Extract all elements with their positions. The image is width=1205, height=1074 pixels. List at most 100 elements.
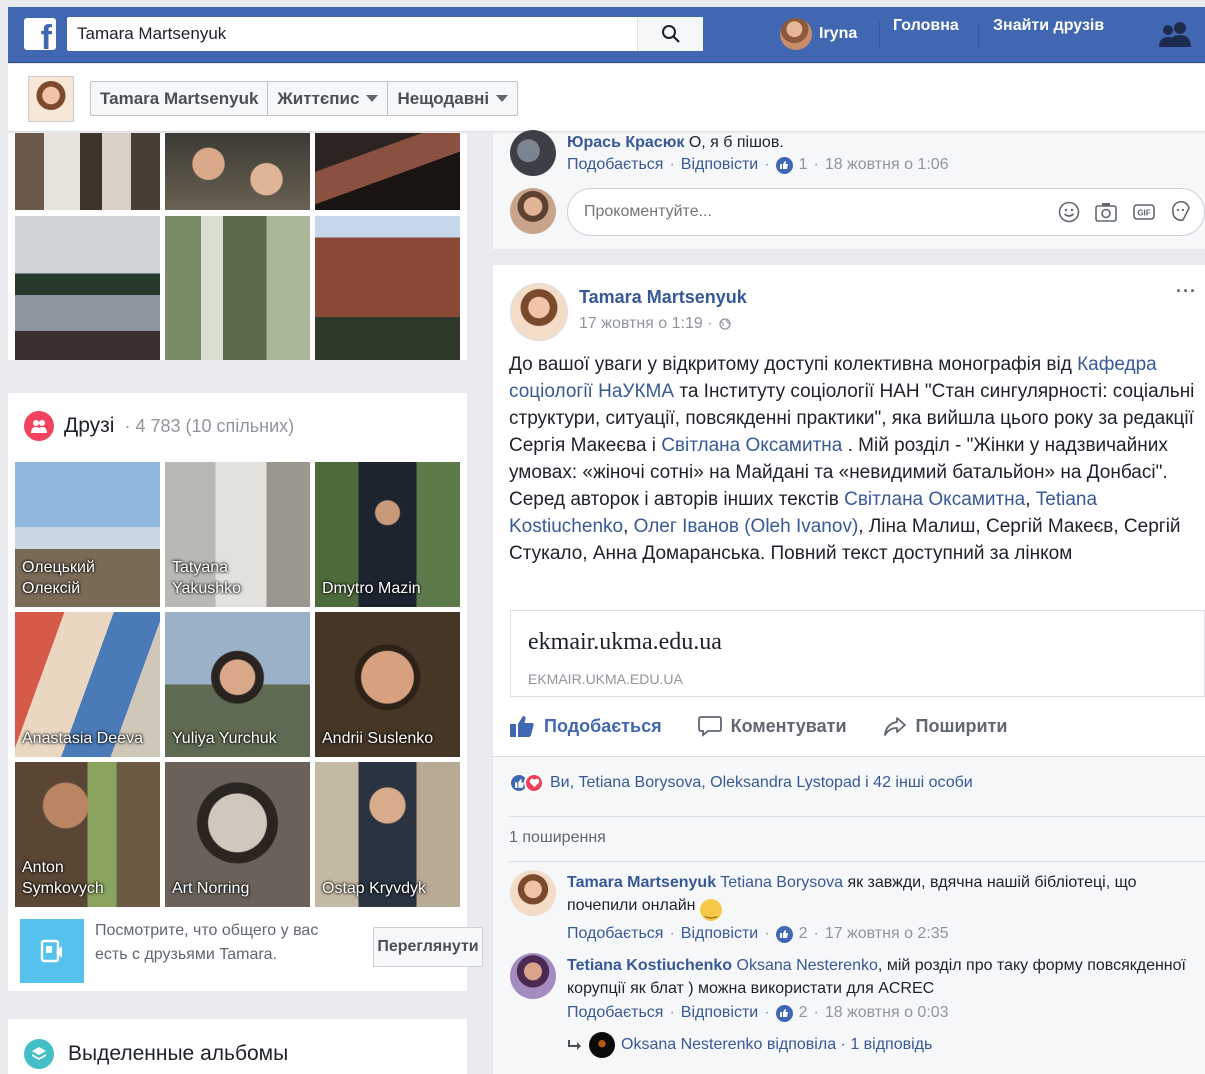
link-preview[interactable]: ekmair.ukma.edu.ua EKMAIR.UKMA.EDU.UA	[510, 610, 1205, 697]
friend-requests-icon[interactable]	[1158, 21, 1192, 47]
sticker-icon[interactable]	[1170, 201, 1192, 223]
nav-user-name: Iryna	[819, 25, 858, 42]
comment-mention[interactable]: Tetiana Borysova	[720, 874, 843, 891]
nav-find-friends-link[interactable]: Знайти друзів	[993, 17, 1104, 51]
shares-count[interactable]: 1 поширення	[509, 829, 606, 847]
like-button[interactable]: Подобається	[509, 714, 662, 738]
recent-dropdown[interactable]: Нещодавні	[388, 82, 517, 115]
comment-reply-link[interactable]: Відповісти	[681, 154, 758, 176]
commenter-avatar[interactable]	[510, 870, 556, 916]
friend-name: Anton Symkovych	[22, 859, 104, 897]
nav-separator	[879, 21, 880, 49]
friends-card: Друзі · 4 783 (10 спільних) Олецький Оле…	[8, 393, 483, 991]
camera-icon[interactable]	[1094, 201, 1118, 223]
emoji-icon[interactable]	[1058, 201, 1080, 223]
photo-thumbnail[interactable]	[315, 133, 460, 210]
friend-tile[interactable]: Anton Symkovych	[15, 762, 160, 907]
reactions-summary[interactable]: Ви, Tetiana Borysova, Oleksandra Lystopa…	[509, 773, 973, 793]
my-avatar	[510, 188, 556, 234]
comment-like-link[interactable]: Подобається	[567, 923, 663, 945]
comment-meta: Подобається · Відповісти · 1 · 18 жовтня о …	[567, 154, 949, 176]
comment-time[interactable]: 17 жовтня о 2:35	[825, 923, 949, 945]
gif-icon[interactable]: GIF	[1132, 201, 1156, 223]
previous-comments: Юрась Красюк О, я б пішов. Подобається · …	[493, 130, 1205, 249]
photo-thumbnail[interactable]	[15, 216, 160, 360]
comment-like-count: 2	[798, 925, 808, 942]
timeline-dropdown[interactable]: Життєпис	[268, 82, 389, 115]
tag-link[interactable]: Світлана Оксамитна	[844, 489, 1025, 510]
reply-arrow-icon	[568, 1040, 581, 1050]
like-icon	[775, 925, 793, 943]
comment-like-count: 2	[798, 1004, 808, 1021]
comment-reply-link[interactable]: Відповісти	[681, 1002, 758, 1024]
post-author[interactable]: Tamara Martsenyuk	[579, 287, 747, 308]
comment-author[interactable]: Юрась Красюк	[567, 134, 684, 151]
friend-name: Art Norring	[172, 880, 250, 897]
nav-home-link[interactable]: Головна	[893, 17, 959, 51]
friends-title: Друзі	[64, 414, 115, 437]
link-preview-title: ekmair.ukma.edu.ua	[528, 629, 722, 655]
post-text: До вашої уваги у відкритому доступі коле…	[509, 354, 1195, 564]
photo-thumbnail[interactable]	[315, 216, 460, 360]
search-icon	[661, 25, 680, 43]
timeline-nav: Tamara Martsenyuk Життєпис Нещодавні	[90, 81, 519, 116]
photo-thumbnail[interactable]	[165, 216, 310, 360]
photos-card	[8, 133, 467, 360]
share-button[interactable]: Поширити	[883, 715, 1007, 737]
tag-link[interactable]: Олег Іванов (Oleh Ivanov)	[634, 516, 859, 537]
profile-name-link[interactable]: Tamara Martsenyuk	[91, 82, 269, 115]
comment-button[interactable]: Коментувати	[697, 715, 847, 737]
post-options-icon[interactable]: ···	[1176, 281, 1197, 302]
comment-author[interactable]: Tetiana Kostiuchenko	[567, 957, 732, 974]
friend-tile[interactable]: Yuliya Yurchuk	[165, 612, 310, 757]
friend-tile[interactable]: Art Norring	[165, 762, 310, 907]
friends-header[interactable]: Друзі · 4 783 (10 спільних)	[24, 411, 294, 441]
photo-thumbnail[interactable]	[165, 133, 310, 210]
comment-reply-link[interactable]: Відповісти	[681, 923, 758, 945]
friend-tile[interactable]: Tatyana Yakushko	[165, 462, 310, 607]
comment-author[interactable]: Tamara Martsenyuk	[567, 874, 716, 891]
svg-text:GIF: GIF	[1137, 209, 1150, 218]
reply-summary-text: Oksana Nesterenko відповіла · 1 відповід…	[621, 1036, 933, 1053]
comment-meta: Подобається · Відповісти · 2 · 17 жовтня о …	[567, 923, 1197, 945]
search-input[interactable]	[67, 17, 637, 51]
love-reaction-icon	[524, 773, 544, 793]
comment-time[interactable]: 18 жовтня о 1:06	[825, 154, 949, 176]
divider	[509, 861, 1205, 862]
comment-meta: Подобається · Відповісти · 2 · 18 жовтня о …	[567, 1002, 1197, 1024]
friend-tile[interactable]: Andrii Suslenko	[315, 612, 460, 757]
post-timestamp[interactable]: 17 жовтня о 1:19 ·	[579, 315, 713, 333]
commenter-avatar[interactable]	[510, 130, 556, 176]
tag-link[interactable]: Світлана Оксамитна	[661, 435, 842, 456]
comment-icon	[697, 716, 722, 737]
comment-like-link[interactable]: Подобається	[567, 154, 663, 176]
facebook-logo[interactable]: f	[24, 18, 56, 50]
search-button[interactable]	[637, 17, 703, 51]
nav-user-profile[interactable]: Iryna	[780, 17, 857, 51]
like-icon	[775, 156, 793, 174]
friend-tile[interactable]: Ostap Kryvdyk	[315, 762, 460, 907]
comment-mention[interactable]: Oksana Nesterenko	[737, 957, 878, 974]
comment-like-link[interactable]: Подобається	[567, 1002, 663, 1024]
post-author-avatar[interactable]	[510, 283, 568, 341]
featured-albums-header[interactable]: Выделенные альбомы	[24, 1039, 288, 1069]
friend-tile[interactable]: Олецький Олексій	[15, 462, 160, 607]
friend-tile[interactable]: Dmytro Mazin	[315, 462, 460, 607]
reply-summary[interactable]: Oksana Nesterenko відповіла · 1 відповід…	[567, 1032, 1197, 1058]
photo-thumbnail[interactable]	[15, 133, 160, 210]
post-card: Tamara Martsenyuk 17 жовтня о 1:19 · ···…	[493, 265, 1205, 1074]
friend-name: Dmytro Mazin	[322, 580, 421, 597]
comment-time[interactable]: 18 жовтня о 0:03	[825, 1002, 949, 1024]
link-preview-domain: EKMAIR.UKMA.EDU.UA	[528, 671, 683, 687]
divider	[509, 816, 1205, 817]
view-mutual-button[interactable]: Переглянути	[373, 927, 483, 967]
chevron-down-icon	[496, 95, 509, 102]
friend-tile[interactable]: Anastasia Deeva	[15, 612, 160, 757]
profile-thumbnail[interactable]	[28, 76, 74, 122]
post-date: 17 жовтня о 1:19 ·	[579, 315, 731, 333]
thumbs-up-icon	[510, 716, 534, 737]
nav-separator	[978, 21, 979, 49]
comment-input[interactable]	[584, 189, 1024, 235]
globe-icon	[718, 318, 731, 330]
commenter-avatar[interactable]	[510, 953, 556, 999]
